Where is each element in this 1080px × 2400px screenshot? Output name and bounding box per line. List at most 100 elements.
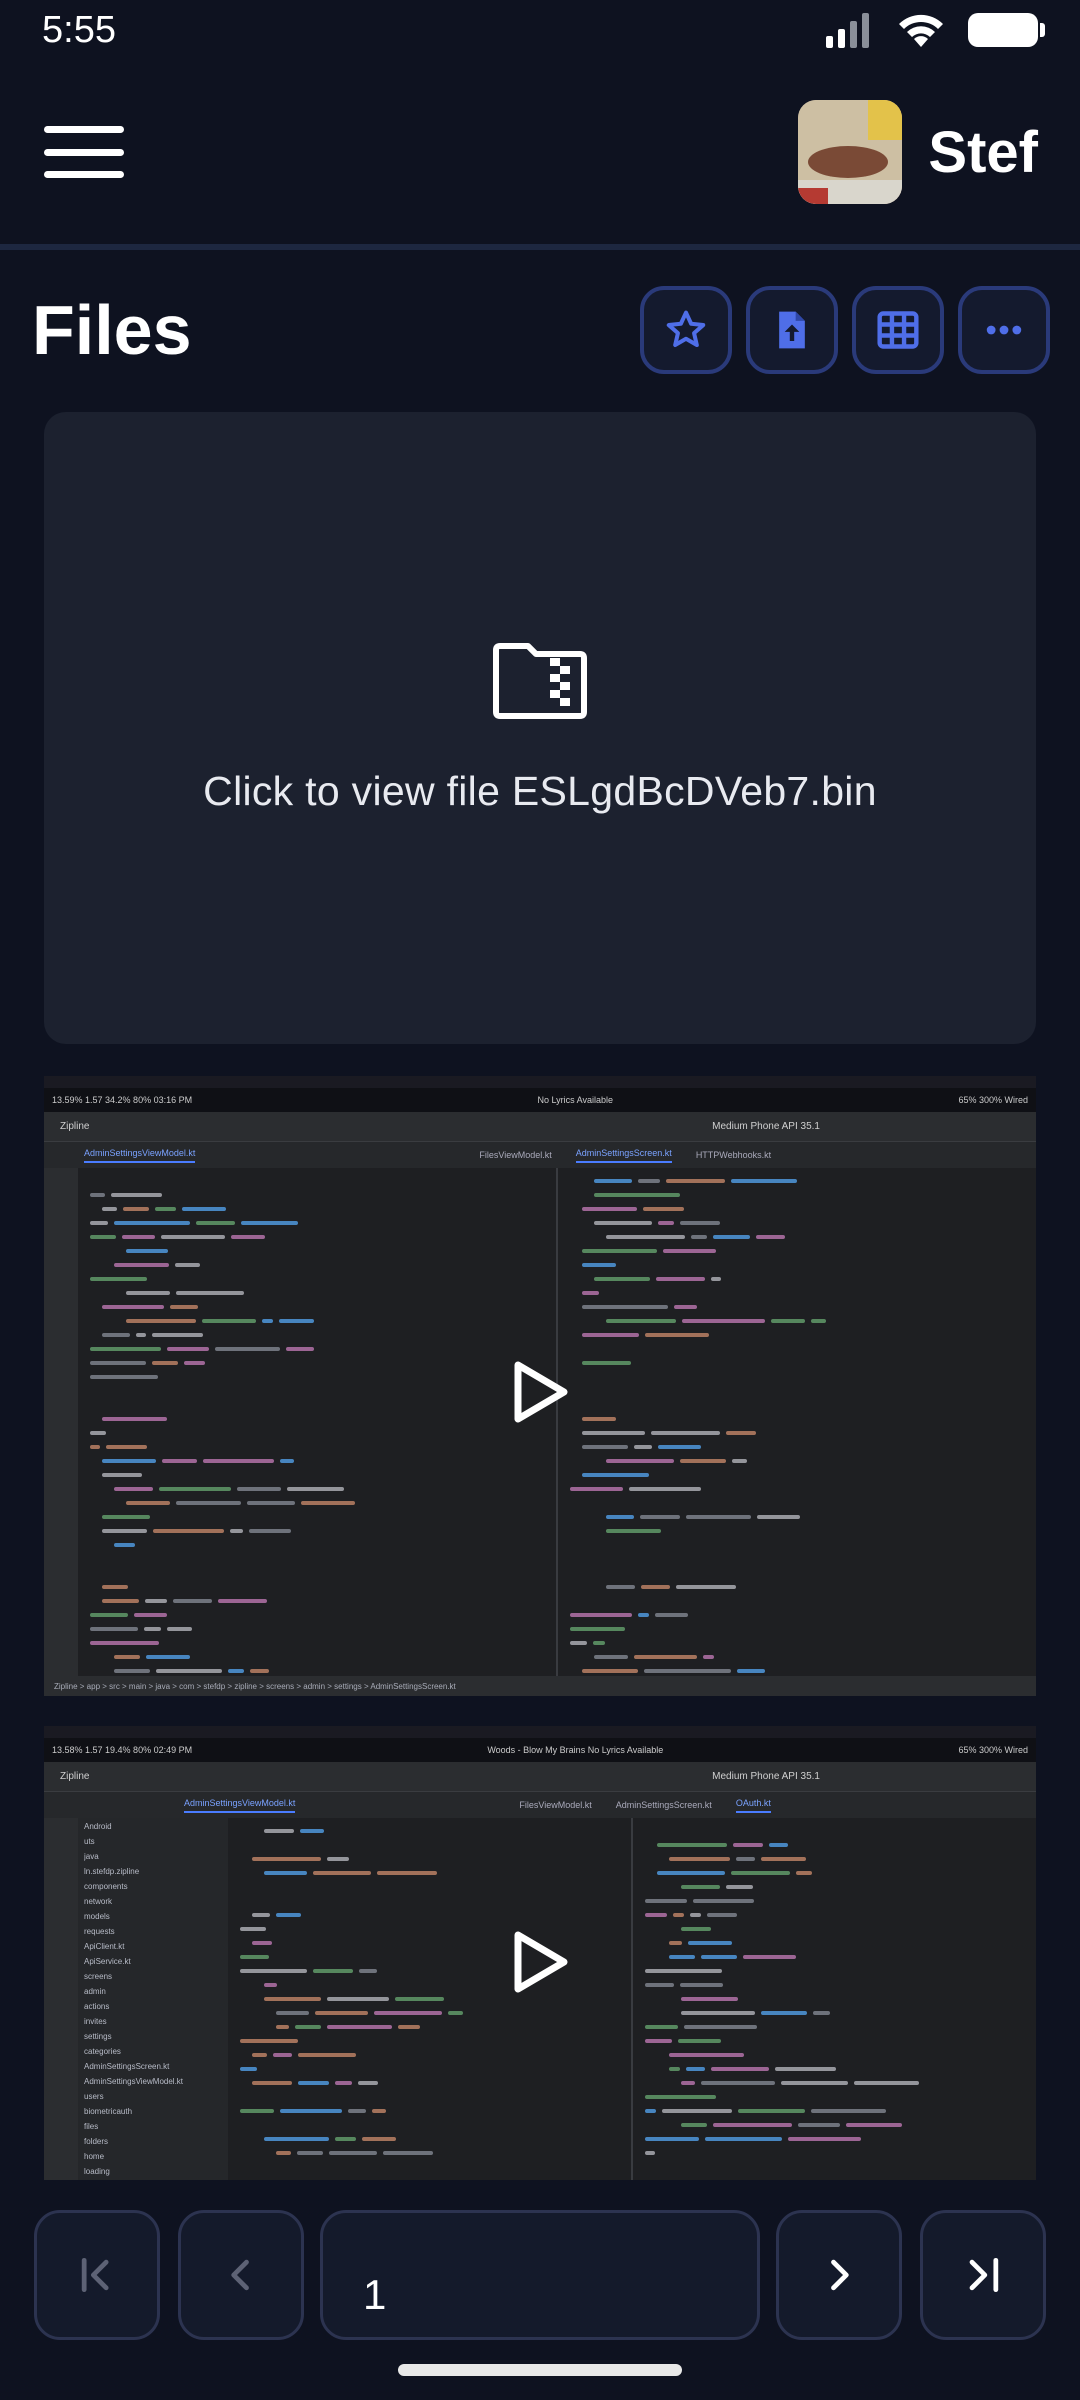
code-pane-right bbox=[633, 1818, 1036, 2186]
tree-item: files bbox=[84, 2122, 99, 2131]
code-pane-left bbox=[228, 1818, 631, 2186]
ide-body: Android uts java ln.stefdp.zipline component… bbox=[44, 1818, 1036, 2186]
topbar-right: 65% 300% Wired bbox=[958, 1095, 1028, 1105]
code-pane-right bbox=[558, 1168, 1036, 1696]
ide-tab: FilesViewModel.kt bbox=[519, 1800, 592, 1810]
topbar-left: 13.59% 1.57 34.2% 80% 03:16 PM bbox=[52, 1095, 193, 1105]
tree-item: models bbox=[84, 1912, 110, 1921]
code-line bbox=[570, 1454, 1024, 1468]
file-card[interactable]: Click to view file ESLgdBcDVeb7.bin bbox=[44, 412, 1036, 1044]
code-line bbox=[90, 1286, 544, 1300]
code-line bbox=[645, 1852, 1024, 1866]
ide-tabs: AdminSettingsViewModel.kt FilesViewModel… bbox=[44, 1792, 1036, 1818]
code-line bbox=[570, 1174, 1024, 1188]
play-icon[interactable] bbox=[510, 1929, 570, 1995]
ide-tabs: AdminSettingsViewModel.kt FilesViewModel… bbox=[44, 1142, 1036, 1168]
play-icon[interactable] bbox=[510, 1359, 570, 1425]
status-time: 5:55 bbox=[42, 8, 116, 51]
last-page-button[interactable] bbox=[920, 2210, 1046, 2340]
code-line bbox=[90, 1482, 544, 1496]
avatar-photo bbox=[798, 100, 903, 204]
avatar[interactable] bbox=[798, 100, 903, 204]
code-line bbox=[570, 1286, 1024, 1300]
tree-item: requests bbox=[84, 1927, 115, 1936]
code-line bbox=[90, 1538, 544, 1552]
code-line bbox=[90, 1594, 544, 1608]
code-line bbox=[645, 2006, 1024, 2020]
upload-button[interactable] bbox=[746, 286, 838, 374]
code-line bbox=[645, 2146, 1024, 2160]
code-line bbox=[645, 2132, 1024, 2146]
code-line bbox=[645, 2076, 1024, 2090]
code-line bbox=[645, 1838, 1024, 1852]
battery-icon bbox=[968, 13, 1045, 47]
code-line bbox=[90, 1272, 544, 1286]
home-indicator[interactable] bbox=[398, 2364, 682, 2376]
status-bar: 5:55 bbox=[0, 0, 1080, 60]
code-line bbox=[645, 1950, 1024, 1964]
ide-gutter bbox=[44, 1818, 78, 2186]
code-line bbox=[90, 1468, 544, 1482]
code-line bbox=[645, 1978, 1024, 1992]
page-number-input[interactable] bbox=[320, 2210, 760, 2340]
ide-tab: FilesViewModel.kt bbox=[479, 1150, 552, 1160]
next-page-button[interactable] bbox=[776, 2210, 902, 2340]
video-thumbnail-1[interactable]: 13.59% 1.57 34.2% 80% 03:16 PM No Lyrics… bbox=[44, 1076, 1036, 1696]
tree-item: java bbox=[84, 1852, 99, 1861]
code-line bbox=[90, 1202, 544, 1216]
code-line bbox=[645, 1964, 1024, 1978]
code-line bbox=[90, 1244, 544, 1258]
grid-view-button[interactable] bbox=[852, 286, 944, 374]
code-line bbox=[645, 1866, 1024, 1880]
ide-device: Medium Phone API 35.1 bbox=[712, 1121, 820, 1132]
code-line bbox=[570, 1482, 1024, 1496]
first-page-button[interactable] bbox=[34, 2210, 160, 2340]
code-line bbox=[570, 1580, 1024, 1594]
tree-item: admin bbox=[84, 1987, 106, 1996]
code-line bbox=[90, 1608, 544, 1622]
code-line bbox=[240, 2048, 619, 2062]
code-line bbox=[240, 2034, 619, 2048]
code-line bbox=[90, 1412, 544, 1426]
ide-toolbar: Zipline Medium Phone API 35.1 bbox=[44, 1112, 1036, 1142]
video-thumbnail-2[interactable]: 13.58% 1.57 19.4% 80% 02:49 PM Woods - B… bbox=[44, 1726, 1036, 2186]
grid-icon bbox=[877, 311, 919, 349]
code-line bbox=[240, 1824, 619, 1838]
chevron-right-icon bbox=[831, 2259, 849, 2291]
more-options-button[interactable] bbox=[958, 286, 1050, 374]
code-line bbox=[645, 2020, 1024, 2034]
code-line bbox=[240, 2104, 619, 2118]
code-line bbox=[570, 1636, 1024, 1650]
code-line bbox=[90, 1622, 544, 1636]
code-line bbox=[570, 1468, 1024, 1482]
code-line bbox=[90, 1216, 544, 1230]
tree-item: biometricauth bbox=[84, 2107, 133, 2116]
code-line bbox=[570, 1412, 1024, 1426]
code-line bbox=[570, 1426, 1024, 1440]
star-icon bbox=[666, 310, 706, 348]
favorites-button[interactable] bbox=[640, 286, 732, 374]
menu-icon[interactable] bbox=[44, 122, 124, 182]
more-horizontal-icon bbox=[986, 325, 1022, 335]
code-line bbox=[240, 2062, 619, 2076]
code-line bbox=[90, 1300, 544, 1314]
ide-gutter bbox=[44, 1168, 78, 1696]
screen-topbar: 13.59% 1.57 34.2% 80% 03:16 PM No Lyrics… bbox=[44, 1088, 1036, 1112]
code-line bbox=[570, 1244, 1024, 1258]
user-profile[interactable]: Stef bbox=[798, 100, 1038, 204]
chevron-left-icon bbox=[231, 2259, 249, 2291]
previous-page-button[interactable] bbox=[178, 2210, 304, 2340]
code-line bbox=[570, 1314, 1024, 1328]
code-line bbox=[240, 1852, 619, 1866]
page-title: Files bbox=[32, 291, 192, 369]
code-line bbox=[570, 1356, 1024, 1370]
username: Stef bbox=[928, 119, 1038, 185]
